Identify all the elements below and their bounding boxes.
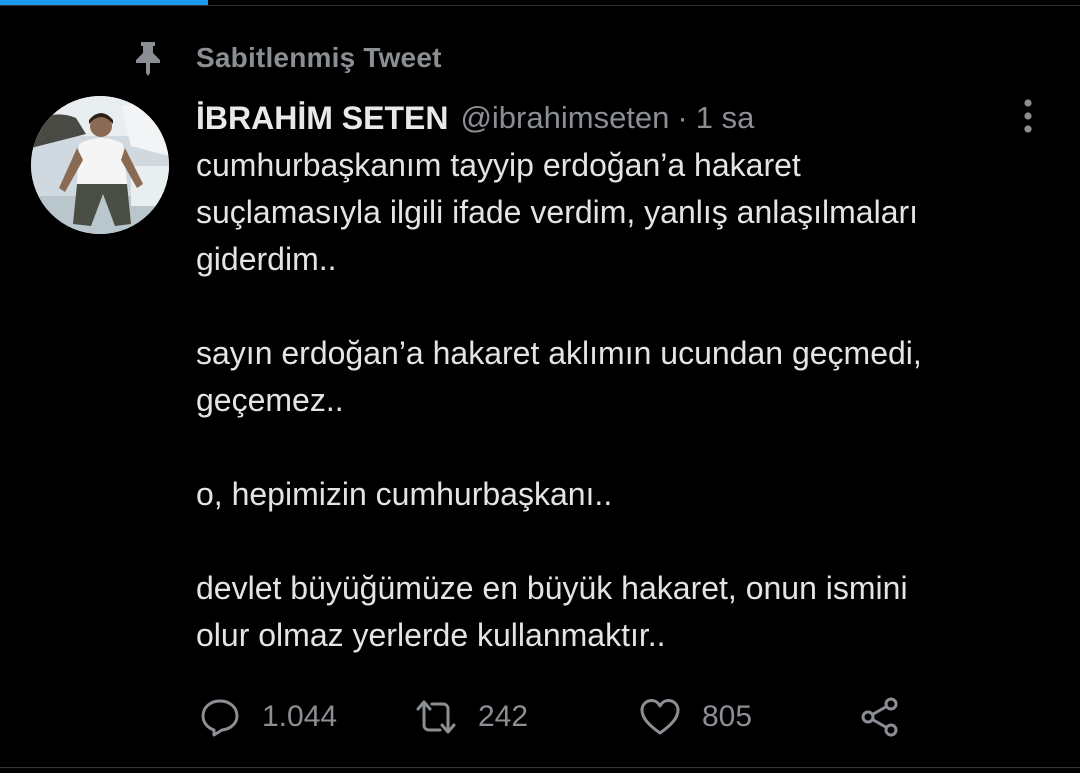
tweet-paragraph: o, hepimizin cumhurbaşkanı.. (196, 476, 613, 512)
top-divider (0, 5, 1080, 6)
reply-icon (198, 695, 242, 739)
share-icon (858, 695, 902, 739)
more-vertical-icon (1024, 99, 1032, 133)
tweet-paragraph: cumhurbaşkanım tayyip erdoğan’a hakaret … (196, 147, 919, 277)
heart-icon (638, 695, 682, 739)
avatar[interactable] (31, 96, 169, 234)
like-count: 805 (702, 700, 753, 733)
author-display-name[interactable]: İBRAHİM SETEN (196, 100, 448, 137)
pinned-tweet-label-row: Sabitlenmiş Tweet (130, 38, 442, 78)
tweet-header: İBRAHİM SETEN @ibrahimseten · 1 sa (196, 96, 754, 140)
share-button[interactable] (858, 692, 902, 742)
tweet-text: cumhurbaşkanım tayyip erdoğan’a hakaret … (196, 142, 1056, 659)
tweet-actions-bar: 1.044 242 805 (0, 692, 1080, 742)
bottom-divider (0, 767, 1080, 768)
reply-count: 1.044 (262, 700, 338, 733)
like-button[interactable]: 805 (638, 692, 752, 742)
tweet-paragraph: devlet büyüğümüze en büyük hakaret, onun… (196, 570, 908, 653)
pinned-tweet-label: Sabitlenmiş Tweet (196, 42, 442, 73)
tweet-timestamp[interactable]: 1 sa (696, 100, 755, 136)
separator-dot: · (677, 100, 688, 135)
tweet-paragraph: sayın erdoğan’a hakaret aklımın ucundan … (196, 335, 922, 418)
retweet-button[interactable]: 242 (414, 692, 528, 742)
reply-button[interactable]: 1.044 (198, 692, 337, 742)
retweet-icon (414, 695, 458, 739)
more-options-button[interactable] (1010, 94, 1046, 138)
pin-icon (130, 38, 166, 78)
author-handle[interactable]: @ibrahimseten (460, 100, 669, 136)
retweet-count: 242 (478, 700, 529, 733)
